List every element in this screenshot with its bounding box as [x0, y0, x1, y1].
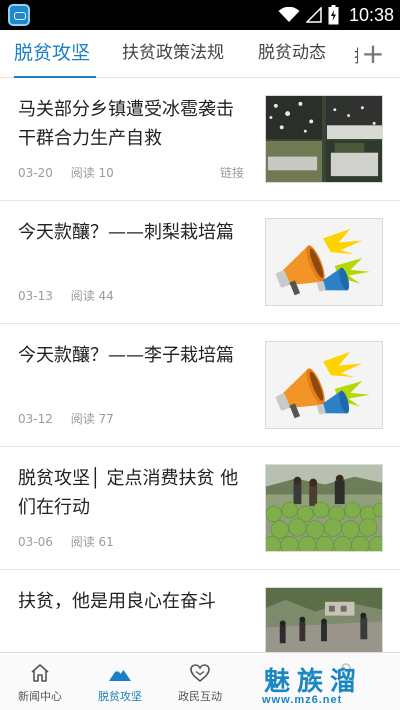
bottom-navigation: 新闻中心 脱贫攻坚 政民互动 魅族溜 www.mz6.net: [0, 652, 400, 710]
clock: 10:38: [348, 4, 394, 25]
nav-label: 新闻中心: [18, 690, 62, 703]
news-title: 脱贫攻坚│ 定点消费扶贫 他们在行动: [18, 468, 239, 518]
list-item[interactable]: 今天款釀？——李子栽培篇 03-12 阅读 77: [0, 324, 400, 447]
nav-label: 政民互动: [178, 690, 222, 703]
watermark-url: www.mz6.net: [262, 694, 343, 706]
news-thumbnail: [265, 95, 383, 183]
nav-member[interactable]: 魅族溜 www.mz6.net: [240, 653, 400, 710]
news-title: 扶贫，他是用良心在奋斗: [18, 591, 216, 612]
status-bar: 10:38: [0, 0, 400, 30]
mountain-icon: [109, 669, 131, 681]
news-thumbnail: [265, 464, 383, 552]
news-read-count: 阅读 10: [70, 166, 114, 180]
watermark-brand: 魅族溜: [264, 667, 364, 697]
news-date: 03-06: [18, 535, 53, 549]
list-item[interactable]: 脱贫攻坚│ 定点消费扶贫 他们在行动 03-06 阅读 61: [0, 447, 400, 570]
news-meta: 03-12 阅读 77: [18, 410, 128, 427]
wifi-icon: [278, 7, 300, 22]
plus-icon[interactable]: +: [356, 36, 390, 72]
nav-label: 脱贫攻坚: [98, 690, 142, 703]
list-item[interactable]: 扶贫，他是用良心在奋斗: [0, 570, 400, 652]
news-title: 马关部分乡镇遭受冰雹袭击 干群合力生产自救: [18, 99, 234, 149]
nav-news-center[interactable]: 新闻中心: [0, 653, 80, 710]
home-icon: [31, 664, 49, 682]
nav-citizen-interaction[interactable]: 政民互动: [160, 653, 240, 710]
news-thumbnail: [265, 341, 383, 429]
news-date: 03-20: [18, 166, 53, 180]
news-meta: 03-20 阅读 10: [18, 164, 128, 181]
signal-icon: [305, 7, 322, 23]
nav-poverty-alleviation[interactable]: 脱贫攻坚: [80, 653, 160, 710]
news-meta: 03-13 阅读 44: [18, 287, 128, 304]
list-item[interactable]: 马关部分乡镇遭受冰雹袭击 干群合力生产自救 03-20 阅读 10 链接: [0, 78, 400, 201]
news-read-count: 阅读 61: [70, 535, 114, 549]
news-list: 马关部分乡镇遭受冰雹袭击 干群合力生产自救 03-20 阅读 10 链接 今天款…: [0, 78, 400, 652]
news-title: 今天款釀？——刺梨栽培篇: [18, 222, 234, 243]
news-date: 03-13: [18, 289, 53, 303]
news-link-tag: 链接: [220, 166, 245, 180]
list-item[interactable]: 今天款釀？——刺梨栽培篇 03-13 阅读 44: [0, 201, 400, 324]
battery-icon: [328, 5, 339, 25]
app-icon: [8, 4, 30, 26]
tab-poverty-alleviation[interactable]: 脱贫攻坚: [14, 30, 90, 78]
news-title: 今天款釀？——李子栽培篇: [18, 345, 234, 366]
heart-icon: [190, 664, 210, 683]
category-tab-bar: 脱贫攻坚 扶贫政策法规 脱贫动态 扶 +: [0, 30, 400, 78]
news-meta: 03-06 阅读 61: [18, 533, 128, 550]
news-date: 03-12: [18, 412, 53, 426]
tab-policy-regulations[interactable]: 扶贫政策法规: [122, 30, 224, 78]
news-read-count: 阅读 77: [70, 412, 114, 426]
news-thumbnail: [265, 218, 383, 306]
status-icons: 10:38: [278, 0, 394, 30]
news-read-count: 阅读 44: [70, 289, 114, 303]
news-thumbnail: [265, 587, 383, 652]
tab-poverty-news[interactable]: 脱贫动态: [258, 30, 326, 78]
